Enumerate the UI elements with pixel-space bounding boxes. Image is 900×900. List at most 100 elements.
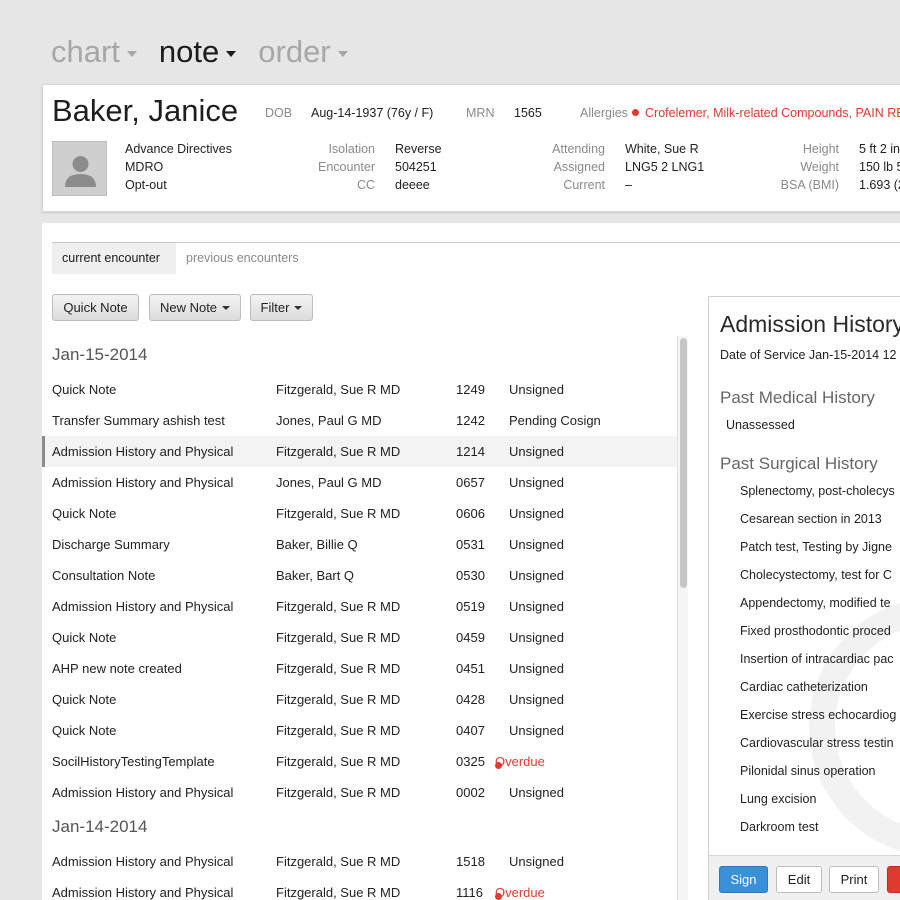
quick-note-button[interactable]: Quick Note: [52, 294, 139, 321]
assigned-label: Assigned: [553, 160, 605, 174]
note-title-cell: Quick Note: [52, 723, 117, 738]
note-title-cell: Admission History and Physical: [52, 785, 234, 800]
note-row[interactable]: Admission History and Physical Fitzgerald…: [42, 846, 677, 877]
attending-label: Attending: [552, 142, 605, 156]
note-row[interactable]: Admission History and Physical Fitzgerald…: [42, 877, 677, 900]
mrn-value: 1565: [514, 106, 542, 120]
filter-button[interactable]: Filter: [250, 294, 313, 321]
note-title-cell: Quick Note: [52, 692, 117, 707]
nav-tab-note[interactable]: note: [159, 34, 237, 70]
nav-tab-label: chart: [51, 34, 120, 69]
note-row[interactable]: Quick Note Fitzgerald, Sue R MD 1249 Unsign…: [42, 374, 677, 405]
note-row[interactable]: Quick Note Fitzgerald, Sue R MD 0407 Unsign…: [42, 715, 677, 746]
attending-value: White, Sue R: [625, 142, 699, 156]
note-row[interactable]: SocilHistoryTestingTemplate Fitzgerald, S…: [42, 746, 677, 777]
note-status-cell: Unsigned: [509, 475, 564, 490]
scrollbar-thumb[interactable]: [680, 338, 687, 588]
flag-mdro: MDRO: [125, 160, 164, 174]
dob-value: Aug-14-1937 (76y / F): [311, 106, 434, 120]
note-status-text: Overdue: [495, 885, 545, 900]
print-button[interactable]: Print: [829, 866, 879, 893]
note-row[interactable]: AHP new note created Fitzgerald, Sue R MD…: [42, 653, 677, 684]
note-author-cell: Fitzgerald, Sue R MD: [276, 723, 401, 738]
note-number-cell: 0325: [456, 754, 485, 769]
note-author-cell: Fitzgerald, Sue R MD: [276, 382, 401, 397]
notes-scrollbar[interactable]: [677, 336, 688, 900]
note-number-cell: 0530: [456, 568, 485, 583]
note-status-cell: Unsigned: [509, 599, 564, 614]
note-author-cell: Jones, Paul G MD: [276, 475, 382, 490]
note-row[interactable]: Quick Note Fitzgerald, Sue R MD 0428 Unsign…: [42, 684, 677, 715]
note-title-cell: Consultation Note: [52, 568, 156, 583]
note-row[interactable]: Quick Note Fitzgerald, Sue R MD 0606 Unsign…: [42, 498, 677, 529]
psh-item: Splenectomy, post-cholecys: [740, 484, 895, 498]
note-number-cell: 0531: [456, 537, 485, 552]
new-note-label: New Note: [159, 300, 218, 315]
note-title: Admission History: [720, 311, 900, 337]
dob-label: DOB: [265, 106, 293, 120]
note-author-cell: Fitzgerald, Sue R MD: [276, 661, 401, 676]
note-author-cell: Fitzgerald, Sue R MD: [276, 599, 401, 614]
patient-banner: Baker, Janice DOB Aug-14-1937 (76y / F) …: [42, 84, 900, 212]
isolation-label: Isolation: [328, 142, 375, 156]
note-author-cell: Fitzgerald, Sue R MD: [276, 785, 401, 800]
note-status-cell: Unsigned: [509, 506, 564, 521]
weight-value: 150 lb 5: [859, 160, 900, 174]
note-number-cell: 0519: [456, 599, 485, 614]
note-status-cell: Unsigned: [509, 630, 564, 645]
delete-button[interactable]: [887, 866, 900, 893]
filter-label: Filter: [260, 300, 290, 315]
new-note-button[interactable]: New Note: [149, 294, 241, 321]
note-row[interactable]: Discharge Summary Baker, Billie Q 0531 Unsi…: [42, 529, 677, 560]
quick-note-label: Quick Note: [63, 300, 128, 315]
note-status-cell: Unsigned: [509, 537, 564, 552]
note-status-text: Overdue: [495, 754, 545, 769]
note-title-cell: AHP new note created: [52, 661, 182, 676]
patient-name: Baker, Janice: [52, 93, 239, 128]
note-author-cell: Fitzgerald, Sue R MD: [276, 506, 401, 521]
mrn-label: MRN: [466, 106, 495, 120]
tab-previous-encounters[interactable]: previous encounters: [176, 243, 309, 274]
psh-item: Fixed prosthodontic proced: [740, 624, 891, 638]
assigned-value: LNG5 2 LNG1: [625, 160, 705, 174]
note-row[interactable]: Admission History and Physical Fitzgerald…: [42, 591, 677, 622]
note-row[interactable]: Admission History and Physical Fitzgerald…: [42, 777, 677, 808]
note-number-cell: 0606: [456, 506, 485, 521]
current-label: Current: [563, 178, 605, 192]
psh-item: Cardiac catheterization: [740, 680, 868, 694]
note-status-cell: Unsigned: [509, 692, 564, 707]
note-title-cell: SocilHistoryTestingTemplate: [52, 754, 215, 769]
date-of-service: Date of Service Jan-15-2014 12: [720, 348, 897, 362]
note-status-cell: Pending Cosign: [509, 413, 601, 428]
chevron-down-icon: [337, 51, 348, 57]
note-number-cell: 1214: [456, 444, 485, 459]
note-author-cell: Fitzgerald, Sue R MD: [276, 630, 401, 645]
nav-tab-order[interactable]: order: [258, 34, 348, 70]
overdue-dot-icon: [495, 893, 502, 900]
chevron-down-icon: [222, 305, 231, 310]
allergies-label: Allergies: [580, 106, 628, 120]
note-row[interactable]: Consultation Note Baker, Bart Q 0530 Unsign…: [42, 560, 677, 591]
allergies-value[interactable]: Crofelemer, Milk-related Compounds, PAIN…: [632, 106, 900, 120]
note-status-cell: Unsigned: [509, 661, 564, 676]
edit-button[interactable]: Edit: [776, 866, 822, 893]
note-title-cell: Discharge Summary: [52, 537, 170, 552]
psh-item: Exercise stress echocardiog: [740, 708, 897, 722]
note-row[interactable]: Admission History and Physical Jones, Pau…: [42, 467, 677, 498]
tab-current-encounter[interactable]: current encounter: [52, 243, 176, 274]
note-author-cell: Jones, Paul G MD: [276, 413, 382, 428]
note-status-cell: Unsigned: [509, 785, 564, 800]
note-row[interactable]: Admission History and Physical Fitzgerald…: [42, 436, 677, 467]
note-detail-panel: Admission History Date of Service Jan-15…: [708, 296, 900, 900]
note-row[interactable]: Transfer Summary ashish test Jones, Paul …: [42, 405, 677, 436]
bsa-label: BSA (BMI): [780, 178, 839, 192]
sign-button[interactable]: Sign: [719, 866, 768, 893]
note-author-cell: Baker, Billie Q: [276, 537, 358, 552]
nav-tab-chart[interactable]: chart: [51, 34, 137, 70]
avatar: [52, 141, 107, 196]
date-group-header: Jan-15-2014: [52, 345, 148, 364]
allergies-text: Crofelemer, Milk-related Compounds, PAIN…: [645, 106, 900, 120]
note-row[interactable]: Quick Note Fitzgerald, Sue R MD 0459 Unsign…: [42, 622, 677, 653]
note-number-cell: 0407: [456, 723, 485, 738]
psh-item: Insertion of intracardiac pac: [740, 652, 894, 666]
